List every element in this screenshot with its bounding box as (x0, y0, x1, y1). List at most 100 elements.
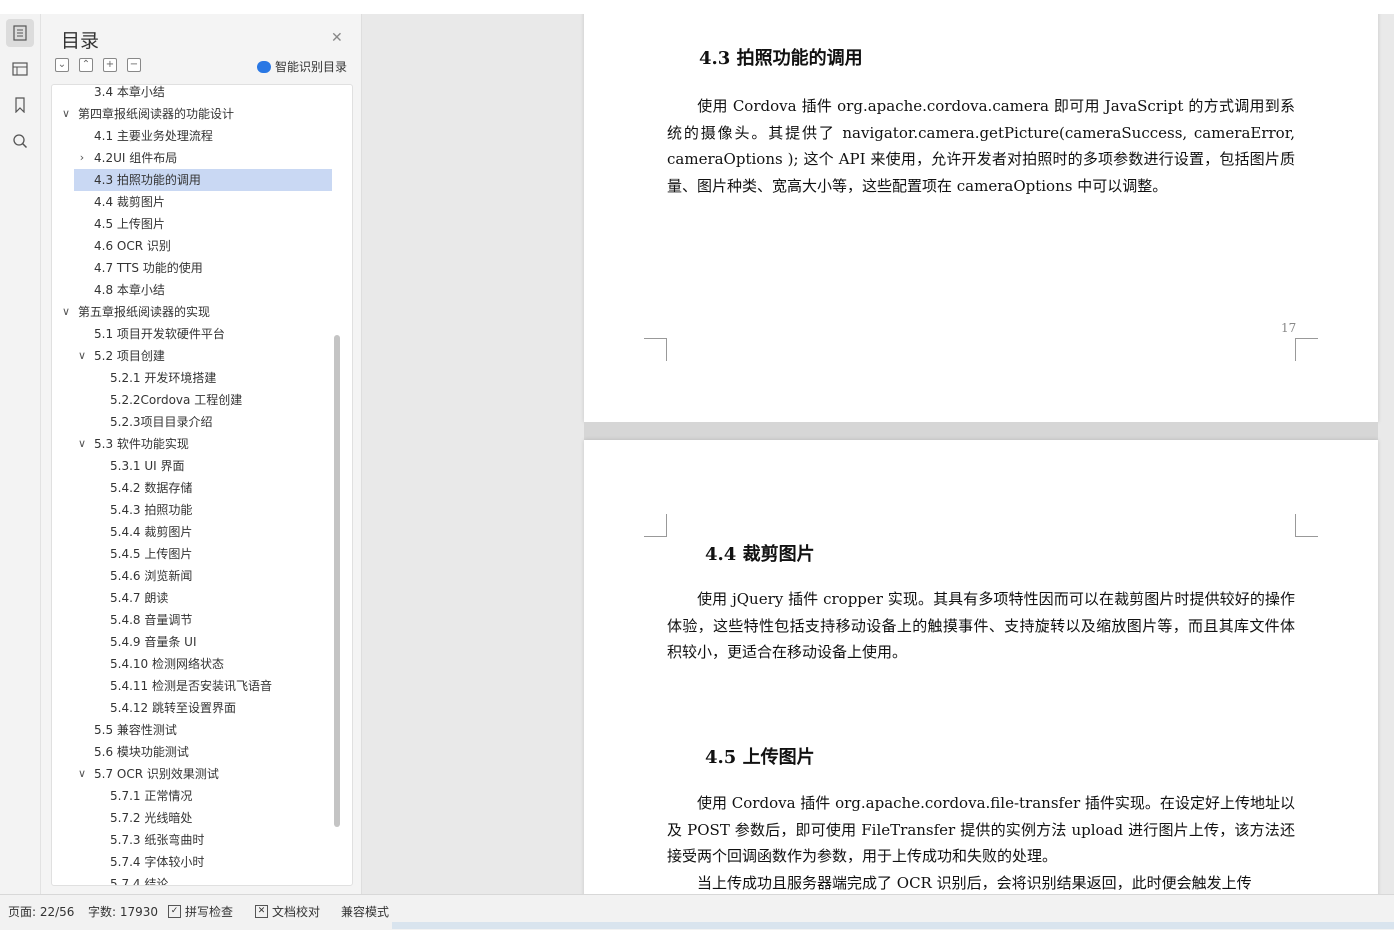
toc-item[interactable]: 5.2.3项目目录介绍 (74, 411, 332, 433)
toc-item-label: 5.4.12 跳转至设置界面 (110, 701, 236, 715)
toc-item[interactable]: 5.3.1 UI 界面 (74, 455, 332, 477)
toc-item-label: 5.2 项目创建 (94, 349, 165, 363)
toc-item-label: 5.7.3 纸张弯曲时 (110, 833, 205, 847)
toc-item[interactable]: 4.7 TTS 功能的使用 (74, 257, 332, 279)
toc-item[interactable]: ∨ 第五章报纸阅读器的实现 (62, 301, 332, 323)
toc-item-label: 4.6 OCR 识别 (94, 239, 171, 253)
navigation-icon[interactable] (6, 55, 34, 83)
toc-item-label: 4.5 上传图片 (94, 217, 165, 231)
toc-item-label: 5.7 OCR 识别效果测试 (94, 767, 219, 781)
chevron-down-icon[interactable]: ∨ (60, 301, 72, 323)
chevron-right-icon[interactable]: › (76, 147, 88, 169)
expand-all-icon[interactable]: ⌃ (79, 58, 93, 72)
toc-item[interactable]: 4.8 本章小结 (74, 279, 332, 301)
section-4-5-paragraph: 使用 Cordova 插件 org.apache.cordova.file-tr… (667, 790, 1295, 870)
remove-heading-icon[interactable]: − (127, 58, 141, 72)
toc-item[interactable]: 5.4.5 上传图片 (74, 543, 332, 565)
toc-item[interactable]: 5.5 兼容性测试 (74, 719, 332, 741)
toc-item[interactable]: ∨ 5.3 软件功能实现 (74, 433, 332, 455)
toc-item[interactable]: 3.4 本章小结 (74, 85, 332, 103)
status-accent-bar (392, 922, 1394, 929)
toc-item-label: 5.4.2 数据存储 (110, 481, 193, 495)
toc-item[interactable]: 5.7.2 光线暗处 (74, 807, 332, 829)
section-4-5-paragraph-2: 当上传成功且服务器端完成了 OCR 识别后，会将识别结果返回，此时便会触发上传 (667, 870, 1295, 894)
proofread-button[interactable]: ✕ 文档校对 (255, 903, 320, 920)
spell-check-button[interactable]: ✓ 拼写检查 (168, 903, 233, 920)
collapse-all-icon[interactable]: ⌄ (55, 58, 69, 72)
toc-item[interactable]: 5.4.12 跳转至设置界面 (74, 697, 332, 719)
toc-item[interactable]: 4.4 裁剪图片 (74, 191, 332, 213)
toc-item-label: 5.4.5 上传图片 (110, 547, 193, 561)
page-17: 4.3 拍照功能的调用 使用 Cordova 插件 org.apache.cor… (584, 14, 1378, 422)
toc-item[interactable]: 5.6 模块功能测试 (74, 741, 332, 763)
toc-item[interactable]: › 4.2UI 组件布局 (74, 147, 332, 169)
section-4-3-paragraph: 使用 Cordova 插件 org.apache.cordova.camera … (667, 93, 1295, 199)
spell-check-label: 拼写检查 (185, 905, 234, 919)
toc-item[interactable]: 5.7.3 纸张弯曲时 (74, 829, 332, 851)
toc-panel-icon[interactable] (6, 19, 34, 47)
toc-item[interactable]: 5.4.6 浏览新闻 (74, 565, 332, 587)
toc-item[interactable]: 5.4.7 朗读 (74, 587, 332, 609)
close-icon[interactable]: ✕ (331, 30, 343, 46)
toc-item[interactable]: 5.4.2 数据存储 (74, 477, 332, 499)
toc-item-label: 5.4.4 裁剪图片 (110, 525, 193, 539)
toc-item[interactable]: ∨ 5.2 项目创建 (74, 345, 332, 367)
margin-corner-mark (1295, 338, 1318, 361)
toc-item-label: 4.3 拍照功能的调用 (94, 173, 201, 187)
toc-item-label: 4.4 裁剪图片 (94, 195, 165, 209)
proofread-label: 文档校对 (272, 905, 321, 919)
toc-item[interactable]: ∨ 5.7 OCR 识别效果测试 (74, 763, 332, 785)
toc-item-label: 5.7.4 结论 (110, 877, 169, 886)
toc-item[interactable]: 5.7.4 字体较小时 (74, 851, 332, 873)
toc-item[interactable]: 4.5 上传图片 (74, 213, 332, 235)
toc-item[interactable]: 5.1 项目开发软硬件平台 (74, 323, 332, 345)
margin-corner-mark (644, 514, 667, 537)
compat-mode-label: 兼容模式 (341, 905, 390, 919)
toc-item-label: 4.7 TTS 功能的使用 (94, 261, 203, 275)
toc-item[interactable]: ∨ 第四章报纸阅读器的功能设计 (62, 103, 332, 125)
toc-item-label: 5.4.8 音量调节 (110, 613, 193, 627)
page-indicator[interactable]: 页面: 22/56 (8, 903, 74, 920)
toc-item-label: 5.7.4 字体较小时 (110, 855, 205, 869)
page-gap (584, 422, 1378, 440)
top-toolbar-strip (0, 0, 1394, 15)
toc-item-label: 4.8 本章小结 (94, 283, 165, 297)
toc-item[interactable]: 5.7.4 结论 (74, 873, 332, 886)
toc-item-label: 5.7.1 正常情况 (110, 789, 193, 803)
bookmark-icon[interactable] (6, 91, 34, 119)
chevron-down-icon[interactable]: ∨ (76, 763, 88, 785)
toc-item-label: 5.6 模块功能测试 (94, 745, 189, 759)
toc-item-label: 第五章报纸阅读器的实现 (78, 305, 211, 319)
toc-item[interactable]: 5.2.2Cordova 工程创建 (74, 389, 332, 411)
toc-item[interactable]: 5.4.10 检测网络状态 (74, 653, 332, 675)
toc-item[interactable]: 5.4.9 音量条 UI (74, 631, 332, 653)
toc-item[interactable]: 5.4.3 拍照功能 (74, 499, 332, 521)
toc-list: 3.4 本章小结 ∨ 第四章报纸阅读器的功能设计 4.1 主要业务处理流程 › 4.2UI… (51, 84, 353, 886)
toc-item[interactable]: 4.1 主要业务处理流程 (74, 125, 332, 147)
chevron-down-icon[interactable]: ∨ (76, 345, 88, 367)
margin-corner-mark (1295, 514, 1318, 537)
toc-item-label: 5.3 软件功能实现 (94, 437, 189, 451)
toc-item[interactable]: 5.7.1 正常情况 (74, 785, 332, 807)
search-icon[interactable] (6, 127, 34, 155)
toc-item[interactable]: 4.3 拍照功能的调用 (74, 169, 332, 191)
toc-item-label: 第四章报纸阅读器的功能设计 (78, 107, 235, 121)
toc-item-label: 5.4.6 浏览新闻 (110, 569, 193, 583)
para-text: 使用 Cordova 插件 org.apache.cordova.file-tr… (667, 794, 1295, 865)
toc-tools: ⌄ ⌃ + − (55, 58, 141, 72)
word-count[interactable]: 字数: 17930 (88, 903, 158, 920)
add-heading-icon[interactable]: + (103, 58, 117, 72)
toc-scrollbar[interactable] (334, 335, 340, 827)
toc-item[interactable]: 5.4.8 音量调节 (74, 609, 332, 631)
page-number: 17 (1281, 321, 1297, 335)
toc-item[interactable]: 4.6 OCR 识别 (74, 235, 332, 257)
toc-item[interactable]: 5.2.1 开发环境搭建 (74, 367, 332, 389)
chevron-down-icon[interactable]: ∨ (76, 433, 88, 455)
toc-item-label: 4.2UI 组件布局 (94, 151, 178, 165)
para-text: 当上传成功且服务器端完成了 OCR 识别后，会将识别结果返回，此时便会触发上传 (697, 874, 1252, 892)
toc-item[interactable]: 5.4.11 检测是否安装讯飞语音 (74, 675, 332, 697)
toc-item[interactable]: 5.4.4 裁剪图片 (74, 521, 332, 543)
smart-toc-button[interactable]: 智能识别目录 (257, 58, 347, 75)
chevron-down-icon[interactable]: ∨ (60, 103, 72, 125)
toc-item-label: 5.3.1 UI 界面 (110, 459, 185, 473)
